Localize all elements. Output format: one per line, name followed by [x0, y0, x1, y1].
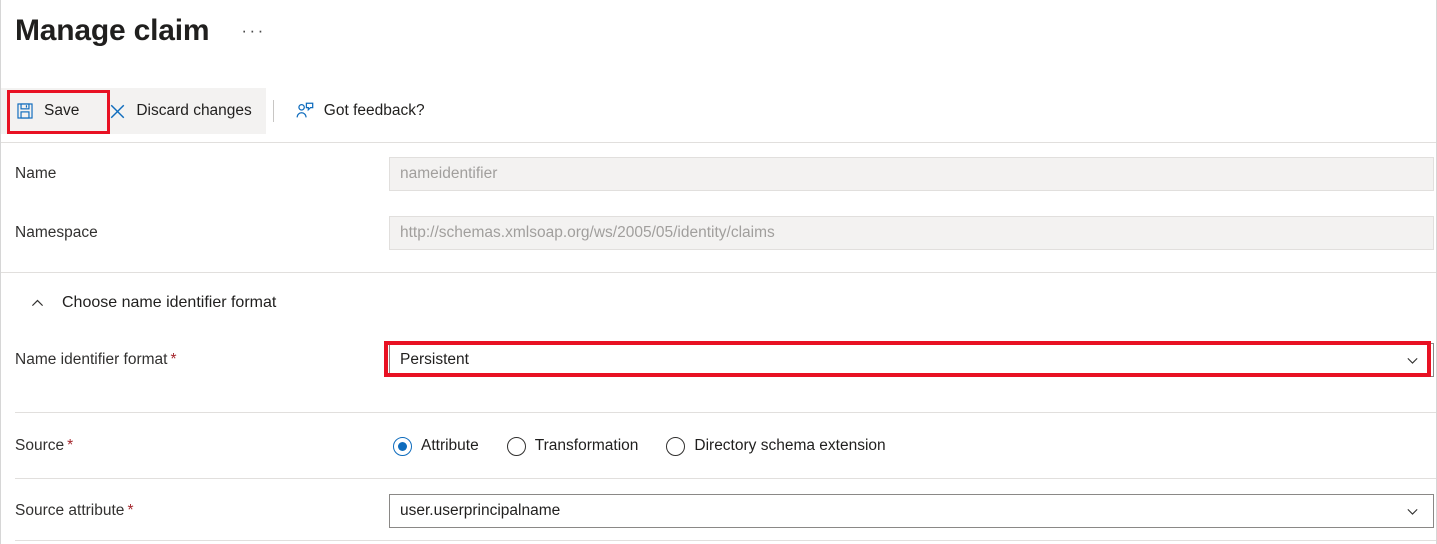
radio-transformation-indicator	[506, 436, 526, 456]
command-group: Save Discard changes	[1, 88, 266, 134]
save-floppy-icon	[15, 101, 35, 121]
required-asterisk: *	[127, 502, 134, 519]
name-identifier-format-label: Name identifier format *	[1, 351, 389, 369]
source-attribute-row: Source attribute * user.userprincipalname	[1, 494, 1436, 528]
radio-directory-schema-extension-label: Directory schema extension	[694, 437, 886, 454]
name-row: Name nameidentifier	[1, 157, 1436, 191]
source-attribute-value: user.userprincipalname	[400, 502, 561, 519]
source-label-text: Source	[15, 437, 65, 454]
source-divider	[15, 478, 1436, 479]
name-identifier-format-label-text: Name identifier format	[15, 351, 168, 368]
page-title: Manage claim	[15, 14, 210, 47]
save-button[interactable]: Save	[1, 88, 93, 134]
discard-changes-button[interactable]: Discard changes	[93, 88, 265, 134]
source-attribute-label: Source attribute *	[1, 502, 389, 520]
bottom-divider	[15, 540, 1436, 541]
save-label: Save	[44, 102, 80, 119]
more-options-ellipsis-icon[interactable]: ···	[241, 21, 265, 41]
radio-directory-schema-extension[interactable]: Directory schema extension	[666, 436, 886, 456]
required-asterisk: *	[67, 437, 74, 454]
chevron-up-icon	[29, 295, 46, 312]
name-identifier-format-row: Name identifier format * Persistent	[1, 343, 1436, 377]
radio-attribute-indicator	[393, 436, 412, 456]
required-asterisk: *	[170, 351, 177, 368]
name-identifier-format-dropdown[interactable]: Persistent	[389, 343, 1434, 377]
radio-directory-schema-extension-indicator	[666, 436, 686, 456]
source-row: Source * Attribute Transformation Directo…	[1, 430, 1436, 462]
name-input: nameidentifier	[389, 157, 1434, 191]
namespace-input: http://schemas.xmlsoap.org/ws/2005/05/id…	[389, 216, 1434, 250]
source-attribute-dropdown[interactable]: user.userprincipalname	[389, 494, 1434, 528]
command-bar: Save Discard changes Got feedback?	[1, 88, 439, 134]
got-feedback-button[interactable]: Got feedback?	[281, 88, 439, 134]
section-title: Choose name identifier format	[62, 294, 277, 311]
source-radio-group: Attribute Transformation Directory schem…	[389, 436, 886, 456]
discard-changes-label: Discard changes	[136, 102, 252, 119]
title-bar: Manage claim ···	[1, 0, 1436, 62]
radio-transformation-label: Transformation	[534, 437, 639, 454]
person-feedback-icon	[295, 101, 315, 121]
source-attribute-label-text: Source attribute	[15, 502, 125, 519]
chevron-down-icon	[1404, 352, 1421, 369]
namespace-label: Namespace	[15, 224, 98, 241]
chevron-down-icon	[1404, 503, 1421, 520]
name-label: Name	[15, 165, 57, 182]
close-x-icon	[107, 101, 127, 121]
radio-transformation[interactable]: Transformation	[506, 436, 639, 456]
source-label: Source *	[1, 437, 389, 455]
name-identifier-format-value: Persistent	[400, 351, 469, 368]
radio-attribute-label: Attribute	[421, 437, 479, 454]
toolbar-divider	[1, 142, 1436, 143]
got-feedback-label: Got feedback?	[323, 102, 425, 119]
manage-claim-panel: Manage claim ··· Save Discard changes Go…	[0, 0, 1437, 544]
namespace-row: Namespace http://schemas.xmlsoap.org/ws/…	[1, 216, 1436, 250]
format-section-divider	[15, 412, 1436, 413]
namespace-divider	[1, 272, 1436, 273]
command-separator	[272, 100, 274, 122]
radio-attribute[interactable]: Attribute	[393, 436, 479, 456]
choose-name-identifier-format-section-header[interactable]: Choose name identifier format	[1, 289, 276, 317]
